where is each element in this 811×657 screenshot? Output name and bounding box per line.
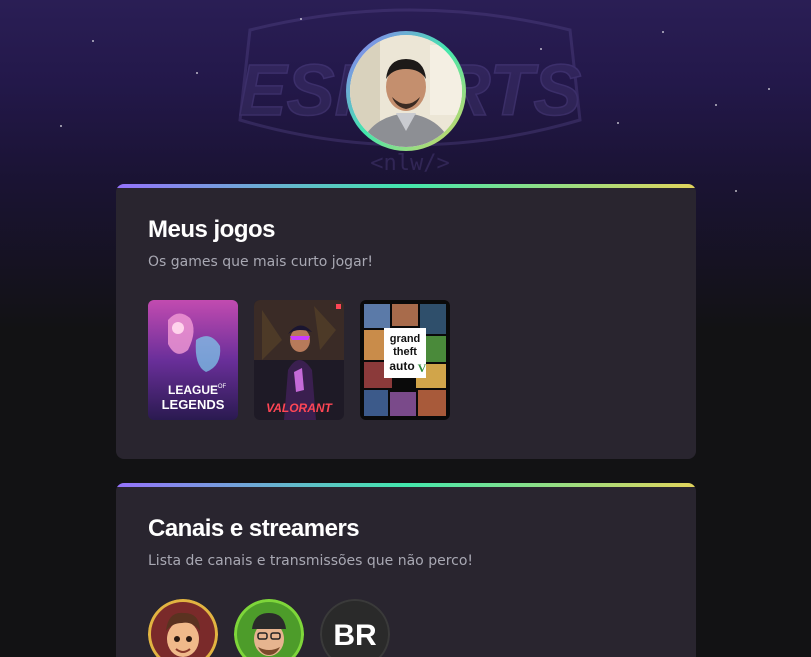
gta-cover-text-grand: grand [390, 333, 421, 345]
gta-cover-text-v: V [418, 361, 427, 375]
profile-avatar [346, 31, 466, 151]
gta-cover-text-auto: auto [389, 359, 414, 373]
game-cover-gta-v[interactable]: grand theft auto V [360, 300, 450, 420]
streamer-avatar-1[interactable] [148, 599, 218, 657]
streamers-title: Canais e streamers [148, 515, 360, 542]
lol-cover-text-legends: LEGENDS [162, 397, 225, 412]
valorant-cover-text: VALORANT [266, 401, 333, 415]
svg-text:<nlw/>: <nlw/> [370, 151, 449, 176]
games-subtitle: Os games que mais curto jogar! [148, 254, 374, 270]
lol-cover-text-league: LEAGUE [168, 383, 218, 397]
card-gradient-bar [116, 184, 696, 188]
gta-cover-text-theft: theft [393, 346, 417, 358]
avatar-photo [350, 35, 462, 147]
game-cover-valorant[interactable]: VALORANT [254, 300, 344, 420]
streamer-3-initials: BR [333, 619, 377, 652]
streamers-card: Canais e streamers Lista de canais e tra… [116, 483, 696, 657]
streamer-avatar-2[interactable] [234, 599, 304, 657]
games-title: Meus jogos [148, 216, 276, 243]
games-card: Meus jogos Os games que mais curto jogar… [116, 184, 696, 459]
streamer-avatar-3[interactable]: BR [320, 599, 390, 657]
streamers-subtitle: Lista de canais e transmissões que não p… [148, 553, 474, 569]
lol-cover-text-of: OF [218, 384, 227, 390]
game-cover-league-of-legends[interactable]: LEAGUE OF LEGENDS [148, 300, 238, 420]
card-gradient-bar [116, 483, 696, 487]
